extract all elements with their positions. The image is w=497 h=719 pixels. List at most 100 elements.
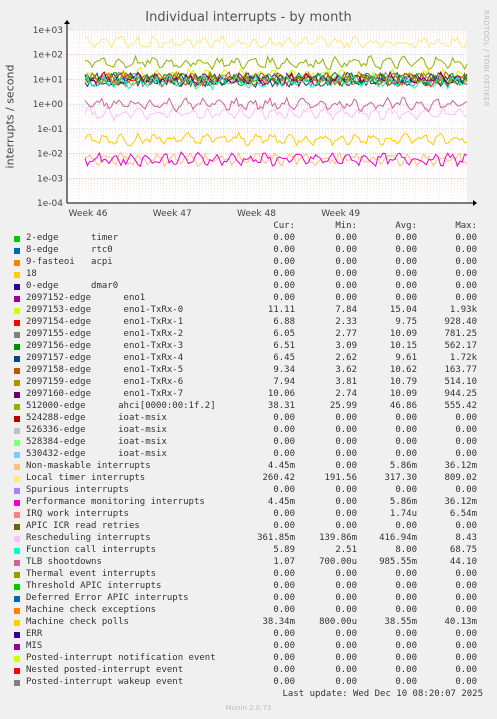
legend-cur-value: 38.34m [262, 617, 295, 627]
legend-row: 2-edge timer 0.00 0.00 0.00 0.00 [0, 233, 497, 245]
legend-swatch [14, 488, 20, 494]
legend-row: 512000-edge ahci[0000:00:1f.2] 38.31 25.99… [0, 401, 497, 413]
legend-max-value: 0.00 [455, 449, 477, 459]
legend-avg-value: 0.00 [395, 413, 417, 423]
legend-series-name: 2097154-edge eno1-TxRx-1 [26, 317, 184, 327]
legend-series-name: APIC ICR read retries [26, 521, 140, 531]
legend-avg-value: 0.00 [395, 665, 417, 675]
legend-swatch [14, 524, 20, 530]
y-tick-label: 1e-02 [37, 150, 63, 160]
legend-min-value: 0.00 [335, 245, 357, 255]
legend-min-value: 0.00 [335, 497, 357, 507]
legend-row: TLB shootdowns 1.07 700.00u 985.55m 44.10 [0, 557, 497, 569]
legend-max-value: 0.00 [455, 281, 477, 291]
legend-row: Machine check polls 38.34m 800.00u 38.55m 40… [0, 617, 497, 629]
legend-row: 2097155-edge eno1-TxRx-2 6.05 2.77 10.09 781… [0, 329, 497, 341]
legend-series-name: Non-maskable interrupts [26, 461, 151, 471]
legend-max-value: 36.12m [444, 497, 477, 507]
legend-cur-value: 0.00 [273, 665, 295, 675]
legend-swatch [14, 656, 20, 662]
legend-avg-value: 9.75 [395, 317, 417, 327]
legend-max-value: 0.00 [455, 485, 477, 495]
legend-row: 2097156-edge eno1-TxRx-3 6.51 3.09 10.15 562… [0, 341, 497, 353]
legend-avg-value: 0.00 [395, 437, 417, 447]
legend-series-name: 9-fasteoi acpi [26, 257, 113, 267]
legend-min-value: 0.00 [335, 425, 357, 435]
legend-series-name: 2097157-edge eno1-TxRx-4 [26, 353, 184, 363]
x-tick-label: Week 46 [69, 209, 108, 219]
legend-avg-value: 0.00 [395, 521, 417, 531]
legend-swatch [14, 344, 20, 350]
legend-cur-value: 0.00 [273, 269, 295, 279]
y-tick-label: 1e+00 [33, 100, 64, 110]
legend-max-value: 562.17 [444, 341, 477, 351]
legend-avg-value: 0.00 [395, 293, 417, 303]
legend-avg-value: 9.61 [395, 353, 417, 363]
legend-avg-value: 46.86 [389, 401, 417, 411]
legend-swatch [14, 680, 20, 686]
legend-min-value: 2.62 [335, 353, 357, 363]
legend-cur-value: 0.00 [273, 425, 295, 435]
legend-cur-value: 0.00 [273, 281, 295, 291]
legend-max-value: 555.42 [444, 401, 477, 411]
legend-min-value: 0.00 [335, 569, 357, 579]
legend-series-name: 524288-edge ioat-msix [26, 413, 167, 423]
legend-row: 528384-edge ioat-msix 0.00 0.00 0.00 0.00 [0, 437, 497, 449]
legend-swatch [14, 236, 20, 242]
legend-series-name: IRQ work interrupts [26, 509, 129, 519]
legend-max-value: 0.00 [455, 521, 477, 531]
legend-series-name: 2097160-edge eno1-TxRx-7 [26, 389, 184, 399]
legend-cur-value: 0.00 [273, 437, 295, 447]
legend-min-value: 0.00 [335, 629, 357, 639]
legend-avg-value: 8.00 [395, 545, 417, 555]
legend-swatch [14, 404, 20, 410]
legend-row: Rescheduling interrupts 361.85m 139.86m 416… [0, 533, 497, 545]
legend-series-name: Nested posted-interrupt event [26, 665, 184, 675]
legend-cur-value: 4.45m [267, 461, 295, 471]
legend-avg-value: 985.55m [379, 557, 417, 567]
legend-avg-value: 0.00 [395, 257, 417, 267]
legend-cur-value: 0.00 [273, 413, 295, 423]
legend-max-value: 6.54m [449, 509, 477, 519]
legend-series-name: 528384-edge ioat-msix [26, 437, 167, 447]
legend-row: IRQ work interrupts 0.00 0.00 1.74u 6.54m [0, 509, 497, 521]
legend-swatch [14, 416, 20, 422]
legend-cur-value: 6.51 [273, 341, 295, 351]
legend-min-value: 0.00 [335, 293, 357, 303]
y-axis-arrow-icon [64, 20, 70, 24]
legend-row: Non-maskable interrupts 4.45m 0.00 5.86m 36.… [0, 461, 497, 473]
legend-series-name: Thermal event interrupts [26, 569, 157, 579]
legend-avg-value: 416.94m [379, 533, 417, 543]
legend-row: Threshold APIC interrupts 0.00 0.00 0.00 0.0… [0, 581, 497, 593]
legend-min-value: 0.00 [335, 509, 357, 519]
y-tick-label: 1e+01 [33, 75, 63, 85]
legend-series-name: Deferred Error APIC interrupts [26, 593, 189, 603]
legend-min-value: 2.51 [335, 545, 357, 555]
legend-series-name: 8-edge rtc0 [26, 245, 113, 255]
legend-swatch [14, 668, 20, 674]
legend-min-value: 7.84 [335, 305, 357, 315]
legend-series-name: 2-edge timer [26, 233, 119, 243]
legend-min-value: 0.00 [335, 521, 357, 531]
legend-cur-value: 0.00 [273, 521, 295, 531]
legend-min-value: 3.62 [335, 365, 357, 375]
legend-avg-value: 38.55m [384, 617, 417, 627]
legend-max-value: 781.25 [444, 329, 477, 339]
legend-row: 2097157-edge eno1-TxRx-4 6.45 2.62 9.61 1.72… [0, 353, 497, 365]
legend-series-name: Posted-interrupt notification event [26, 653, 216, 663]
legend-row: 530432-edge ioat-msix 0.00 0.00 0.00 0.00 [0, 449, 497, 461]
legend-row: Performance monitoring interrupts 4.45m 0.… [0, 497, 497, 509]
legend-swatch [14, 596, 20, 602]
y-tick-label: 1e-04 [37, 199, 63, 209]
legend-series-name: Posted-interrupt wakeup event [26, 677, 184, 687]
legend-avg-value: 10.09 [389, 389, 417, 399]
legend-min-value: 0.00 [335, 665, 357, 675]
legend-swatch [14, 320, 20, 326]
legend-cur-value: 0.00 [273, 605, 295, 615]
legend-max-value: 0.00 [455, 569, 477, 579]
legend-max-value: 1.72k [449, 353, 477, 363]
legend-avg-value: 0.00 [395, 269, 417, 279]
legend-min-value: 2.77 [335, 329, 357, 339]
legend-min-value: 2.33 [335, 317, 357, 327]
legend-avg-value: 0.00 [395, 677, 417, 687]
